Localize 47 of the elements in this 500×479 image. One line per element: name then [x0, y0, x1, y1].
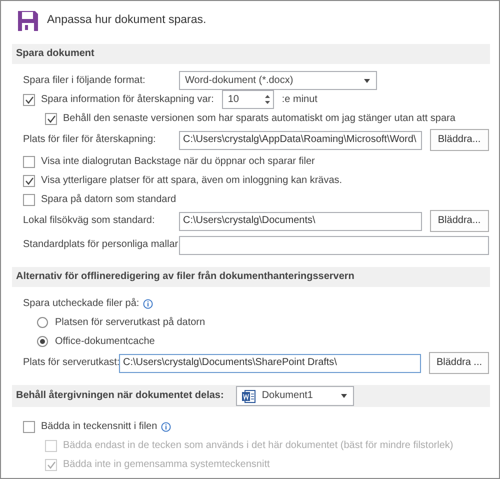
- checkbox-label: Visa inte dialogrutan Backstage när du öppnar och sparar filer: [41, 156, 315, 168]
- field-label: Lokal filsökväg som standard:: [23, 215, 156, 227]
- radio-button[interactable]: [37, 317, 48, 328]
- save-icon: [17, 10, 39, 32]
- section-title: Behåll återgivningen när dokumentet delas:: [16, 390, 224, 402]
- field-label: Standardplats för personliga mallar:: [23, 239, 179, 251]
- path-field[interactable]: C:\Users\crystalg\Documents\SharePoint Drafts\: [119, 354, 422, 372]
- checkbox[interactable]: [23, 194, 35, 206]
- checkbox[interactable]: [23, 420, 35, 432]
- checkbox[interactable]: [23, 174, 35, 186]
- radio-button[interactable]: [37, 336, 48, 347]
- spin-arrows-icon: [264, 94, 270, 105]
- page-title: Anpassa hur dokument sparas.: [47, 14, 206, 28]
- number-spinner[interactable]: 10: [222, 90, 274, 109]
- browse-button[interactable]: Bläddra...: [430, 129, 489, 151]
- spinner-value: 10: [228, 94, 239, 106]
- checkbox[interactable]: [23, 94, 35, 106]
- field-label: Plats för serverutkast:: [23, 357, 119, 369]
- dropdown-value: Dokument1: [262, 390, 313, 402]
- caret-icon: [340, 394, 347, 398]
- browse-button[interactable]: Bläddra...: [430, 210, 489, 232]
- radio-label: Platsen för serverutkast på datorn: [55, 316, 206, 328]
- checkbox-label: Bädda inte in gemensamma systemteckensnitt: [63, 458, 270, 470]
- section-title: Spara dokument: [16, 48, 94, 60]
- path-field[interactable]: C:\Users\crystalg\Documents\: [179, 212, 422, 230]
- document-dropdown[interactable]: Dokument1: [236, 386, 354, 406]
- radio-label: Office-dokumentcache: [55, 336, 155, 348]
- path-field[interactable]: [179, 236, 489, 254]
- format-dropdown[interactable]: Word-dokument (*.docx): [179, 71, 377, 90]
- document-icon: [242, 390, 256, 402]
- checkbox[interactable]: [23, 156, 35, 168]
- dropdown-value: Word-dokument (*.docx): [185, 74, 294, 86]
- browse-button[interactable]: Bläddra ...: [429, 352, 489, 374]
- unit-label: :e minut: [282, 94, 318, 106]
- path-field[interactable]: C:\Users\crystalg\AppData\Roaming\Microsoft\Word\: [179, 130, 422, 150]
- checkbox-label: Bädda endast in de tecken som används i det här dokumentet (bäst för mindre filstorlek): [63, 440, 454, 452]
- field-label: Plats för filer för återskapning:: [23, 134, 157, 146]
- checkbox-label: Spara information för återskapning var:: [41, 94, 214, 106]
- checkbox-label: Spara på datorn som standard: [41, 194, 176, 206]
- checkbox-label: Bädda in teckensnitt i filen: [41, 420, 158, 432]
- field-label: Spara filer i följande format:: [23, 74, 146, 86]
- checkbox-label: Visa ytterligare platser för att spara, även om inloggning kan krävas.: [41, 174, 342, 186]
- caret-icon: [364, 78, 370, 82]
- checkbox[interactable]: [45, 112, 57, 124]
- checkbox-label: Behåll den senaste versionen som har sparats automatiskt om jag stänger utan att spara: [63, 112, 456, 124]
- group-label: Spara utcheckade filer på:: [23, 298, 140, 310]
- section-title: Alternativ för offlineredigering av filer från dokumenthanteringsservern: [16, 271, 354, 283]
